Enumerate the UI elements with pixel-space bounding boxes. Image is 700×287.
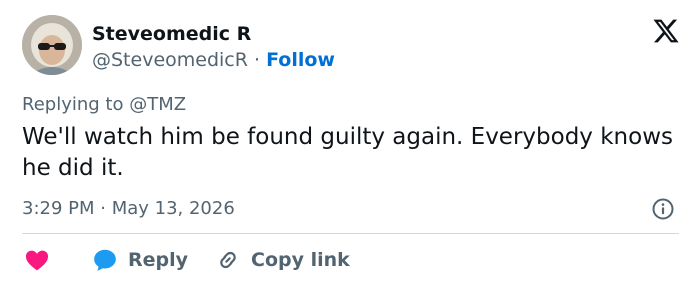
info-icon[interactable] — [651, 197, 675, 221]
author-handle[interactable]: @SteveomedicR — [92, 49, 248, 71]
follow-button[interactable]: Follow — [266, 49, 335, 71]
heart-icon — [25, 250, 49, 271]
reply-context[interactable]: Replying to @TMZ — [22, 93, 186, 117]
separator-dot: · — [254, 49, 261, 71]
reply-bubble-icon — [94, 249, 116, 271]
tweet-text: We'll watch him be found guilty again. E… — [22, 124, 673, 181]
copy-link-button[interactable]: Copy link — [215, 245, 350, 275]
copy-link-label: Copy link — [251, 249, 350, 271]
divider — [22, 233, 679, 234]
link-icon — [220, 251, 236, 269]
like-button[interactable] — [24, 245, 50, 275]
author-display-name[interactable]: Steveomedic R — [92, 22, 251, 46]
action-bar: Reply Copy link — [22, 245, 682, 275]
tweet-header: Steveomedic R @SteveomedicR · Follow — [22, 15, 682, 79]
timestamp[interactable]: 3:29 PM · May 13, 2026 — [22, 197, 235, 221]
author-handle-row: @SteveomedicR · Follow — [92, 48, 335, 72]
reply-label: Reply — [128, 249, 189, 271]
avatar[interactable] — [22, 15, 82, 75]
x-logo-icon[interactable] — [652, 17, 680, 45]
reply-button[interactable]: Reply — [92, 245, 188, 275]
